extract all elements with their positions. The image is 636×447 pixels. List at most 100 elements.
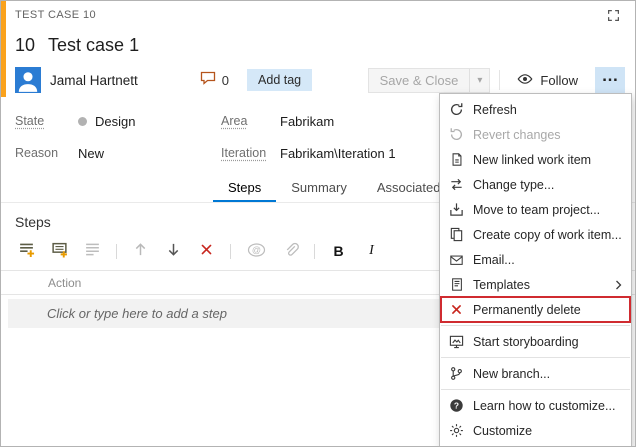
reason-label: Reason [15,146,78,160]
move-step-down-button[interactable] [164,242,183,260]
arrow-down-icon [166,242,181,260]
reason-value[interactable]: New [78,146,104,161]
menu-item-label: Refresh [473,103,517,117]
insert-shared-steps-button[interactable] [50,242,69,260]
add-step-placeholder: Click or type here to add a step [47,306,227,321]
state-field: State Design [15,110,221,132]
delete-x-icon [448,302,465,318]
submenu-chevron-icon [615,280,623,290]
work-item-id: 10 [15,35,35,56]
assigned-to-field[interactable]: Jamal Hartnett [50,73,138,88]
svg-text:@: @ [251,245,260,255]
menu-item-new-branch[interactable]: New branch... [440,361,631,386]
fullscreen-icon[interactable] [601,4,625,26]
save-and-close-split-button: Save & Close ▾ [368,68,491,93]
menu-item-refresh[interactable]: Refresh [440,97,631,122]
revert-icon [448,127,465,143]
work-item-dialog: TEST CASE 10 10 Test case 1 Jamal Hartne… [0,0,636,447]
menu-item-label: Customize [473,424,532,438]
work-item-type-caption: TEST CASE 10 [15,9,96,21]
menu-item-change-type[interactable]: Change type... [440,172,631,197]
save-options-dropdown[interactable]: ▾ [469,69,489,92]
menu-item-email[interactable]: Email... [440,247,631,272]
menu-item-move-to-team-project[interactable]: Move to team project... [440,197,631,222]
menu-item-new-linked-work-item[interactable]: New linked work item [440,147,631,172]
add-tag-button[interactable]: Add tag [247,69,312,91]
follow-button[interactable]: Follow [509,67,586,94]
menu-separator [441,325,630,326]
linked-work-item-icon [448,152,465,168]
menu-item-label: Change type... [473,178,554,192]
menu-item-label: New branch... [473,367,550,381]
delete-x-icon [200,243,213,259]
copy-icon [448,227,465,243]
action-column-header: Action [48,276,81,290]
paperclip-icon [283,242,299,261]
title-row: 10 Test case 1 [1,29,635,62]
chevron-down-icon: ▾ [477,75,482,86]
change-type-icon [448,177,465,193]
reason-field: Reason New [15,142,221,164]
arrow-up-icon [133,242,148,260]
insert-shared-steps-icon [51,241,68,261]
menu-item-label: Start storyboarding [473,335,579,349]
storyboard-icon [448,334,465,350]
parameter-icon: @ [247,242,266,261]
email-icon [448,252,465,268]
state-label: State [15,114,78,128]
insert-step-button[interactable] [17,242,36,260]
move-step-up-button[interactable] [131,242,150,260]
comment-count: 0 [222,73,229,88]
work-item-title[interactable]: Test case 1 [48,35,139,56]
customize-icon [448,423,465,439]
menu-item-label: Email... [473,253,515,267]
menu-item-learn-customize[interactable]: ? Learn how to customize... [440,393,631,418]
menu-separator [441,389,630,390]
toolbar-divider [499,70,500,90]
follow-eye-icon [517,71,533,90]
add-parameter-button[interactable]: @ [245,242,267,260]
follow-label: Follow [540,73,578,88]
toolbar-separator [230,244,231,259]
state-value[interactable]: Design [78,114,135,129]
toolbar-separator [116,244,117,259]
create-shared-steps-button[interactable] [83,242,102,260]
iteration-value[interactable]: Fabrikam\Iteration 1 [280,146,396,161]
discussion-indicator[interactable]: 0 [200,70,229,91]
menu-item-label: Permanently delete [473,303,581,317]
italic-label: I [369,243,374,259]
bold-button[interactable]: B [329,242,348,260]
menu-item-label: Revert changes [473,128,561,142]
more-actions-menu: Refresh Revert changes New linked work i… [439,93,632,447]
save-and-close-button[interactable]: Save & Close [369,69,470,92]
menu-item-start-storyboarding[interactable]: Start storyboarding [440,329,631,354]
attachment-button[interactable] [281,242,300,260]
area-value[interactable]: Fabrikam [280,114,334,129]
caption-bar: TEST CASE 10 [1,1,635,29]
tab-steps[interactable]: Steps [213,172,276,202]
refresh-icon [448,102,465,118]
templates-icon [448,277,465,293]
assignee-avatar[interactable] [15,67,41,93]
menu-item-permanently-delete[interactable]: Permanently delete [440,297,631,322]
more-actions-button[interactable]: … [595,67,625,93]
menu-item-create-copy[interactable]: Create copy of work item... [440,222,631,247]
delete-step-button[interactable] [197,242,216,260]
work-item-type-color-bar [1,1,6,97]
menu-separator [441,357,630,358]
move-project-icon [448,202,465,218]
menu-item-label: Create copy of work item... [473,228,622,242]
menu-item-customize[interactable]: Customize [440,418,631,443]
menu-item-templates[interactable]: Templates [440,272,631,297]
italic-button[interactable]: I [362,242,381,260]
menu-item-revert-changes[interactable]: Revert changes [440,122,631,147]
menu-item-label: Templates [473,278,530,292]
svg-text:?: ? [454,401,459,411]
comment-bubble-icon [200,70,216,91]
menu-item-label: New linked work item [473,153,591,167]
tab-summary[interactable]: Summary [276,172,362,202]
iteration-label: Iteration [221,146,280,160]
header-actions: Save & Close ▾ Follow … [368,67,625,94]
insert-step-icon [18,241,35,261]
ellipsis-icon: … [602,66,619,86]
